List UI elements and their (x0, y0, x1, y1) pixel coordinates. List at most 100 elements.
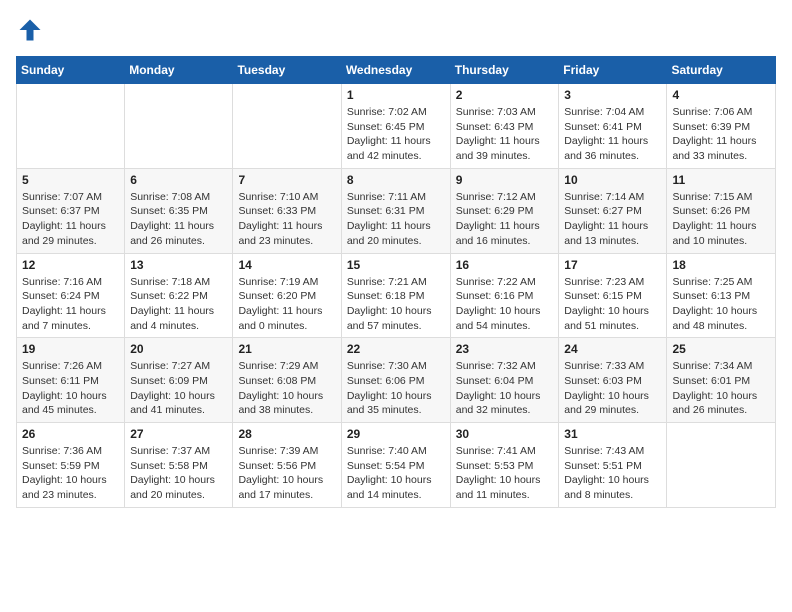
calendar-cell: 2 Sunrise: 7:03 AMSunset: 6:43 PMDaylight… (450, 84, 559, 169)
day-number: 25 (672, 342, 770, 356)
calendar-week-row: 12 Sunrise: 7:16 AMSunset: 6:24 PMDayligh… (17, 253, 776, 338)
day-number: 29 (347, 427, 445, 441)
calendar-cell: 29Sunrise: 7:40 AMSunset: 5:54 PMDayligh… (341, 423, 450, 508)
day-info: Sunrise: 7:08 AMSunset: 6:35 PMDaylight:… (130, 190, 227, 249)
day-number: 3 (564, 88, 661, 102)
day-info: Sunrise: 7:32 AMSunset: 6:04 PMDaylight:… (456, 359, 554, 418)
calendar-cell: 12 Sunrise: 7:16 AMSunset: 6:24 PMDayligh… (17, 253, 125, 338)
day-info: Sunrise: 7:18 AMSunset: 6:22 PMDaylight:… (130, 275, 227, 334)
calendar-cell: 13Sunrise: 7:18 AMSunset: 6:22 PMDayligh… (125, 253, 233, 338)
day-number: 23 (456, 342, 554, 356)
calendar-cell: 26 Sunrise: 7:36 AMSunset: 5:59 PMDayligh… (17, 423, 125, 508)
day-number: 28 (238, 427, 335, 441)
day-number: 5 (22, 173, 119, 187)
day-number: 11 (672, 173, 770, 187)
logo (16, 16, 48, 44)
weekday-header: Thursday (450, 57, 559, 84)
weekday-header: Friday (559, 57, 667, 84)
day-number: 17 (564, 258, 661, 272)
day-number: 10 (564, 173, 661, 187)
day-info: Sunrise: 7:29 AMSunset: 6:08 PMDaylight:… (238, 359, 335, 418)
calendar-cell: 15 Sunrise: 7:21 AMSunset: 6:18 PMDayligh… (341, 253, 450, 338)
day-info: Sunrise: 7:02 AMSunset: 6:45 PMDaylight:… (347, 105, 445, 164)
day-number: 9 (456, 173, 554, 187)
calendar-week-row: 1 Sunrise: 7:02 AMSunset: 6:45 PMDaylight… (17, 84, 776, 169)
day-number: 22 (347, 342, 445, 356)
calendar-cell: 1 Sunrise: 7:02 AMSunset: 6:45 PMDaylight… (341, 84, 450, 169)
day-number: 21 (238, 342, 335, 356)
day-info: Sunrise: 7:11 AMSunset: 6:31 PMDaylight:… (347, 190, 445, 249)
day-info: Sunrise: 7:36 AMSunset: 5:59 PMDaylight:… (22, 444, 119, 503)
calendar-cell: 5 Sunrise: 7:07 AMSunset: 6:37 PMDaylight… (17, 168, 125, 253)
calendar-cell: 22 Sunrise: 7:30 AMSunset: 6:06 PMDayligh… (341, 338, 450, 423)
day-number: 30 (456, 427, 554, 441)
weekday-header: Monday (125, 57, 233, 84)
weekday-header: Saturday (667, 57, 776, 84)
day-info: Sunrise: 7:10 AMSunset: 6:33 PMDaylight:… (238, 190, 335, 249)
calendar-cell: 6 Sunrise: 7:08 AMSunset: 6:35 PMDaylight… (125, 168, 233, 253)
weekday-header: Tuesday (233, 57, 341, 84)
day-number: 7 (238, 173, 335, 187)
calendar-cell: 11 Sunrise: 7:15 AMSunset: 6:26 PMDayligh… (667, 168, 776, 253)
day-info: Sunrise: 7:23 AMSunset: 6:15 PMDaylight:… (564, 275, 661, 334)
day-number: 6 (130, 173, 227, 187)
calendar-cell: 19Sunrise: 7:26 AMSunset: 6:11 PMDayligh… (17, 338, 125, 423)
calendar-cell: 20Sunrise: 7:27 AMSunset: 6:09 PMDayligh… (125, 338, 233, 423)
day-number: 12 (22, 258, 119, 272)
day-number: 26 (22, 427, 119, 441)
day-info: Sunrise: 7:43 AMSunset: 5:51 PMDaylight:… (564, 444, 661, 503)
calendar-cell: 17 Sunrise: 7:23 AMSunset: 6:15 PMDayligh… (559, 253, 667, 338)
day-info: Sunrise: 7:14 AMSunset: 6:27 PMDaylight:… (564, 190, 661, 249)
day-info: Sunrise: 7:03 AMSunset: 6:43 PMDaylight:… (456, 105, 554, 164)
day-number: 14 (238, 258, 335, 272)
weekday-header-row: SundayMondayTuesdayWednesdayThursdayFrid… (17, 57, 776, 84)
day-number: 19 (22, 342, 119, 356)
day-number: 8 (347, 173, 445, 187)
calendar-cell: 8 Sunrise: 7:11 AMSunset: 6:31 PMDaylight… (341, 168, 450, 253)
day-number: 31 (564, 427, 661, 441)
calendar-cell (667, 423, 776, 508)
calendar-cell: 18Sunrise: 7:25 AMSunset: 6:13 PMDayligh… (667, 253, 776, 338)
calendar-cell: 14 Sunrise: 7:19 AMSunset: 6:20 PMDayligh… (233, 253, 341, 338)
calendar-cell: 10 Sunrise: 7:14 AMSunset: 6:27 PMDayligh… (559, 168, 667, 253)
day-number: 18 (672, 258, 770, 272)
calendar-cell: 28 Sunrise: 7:39 AMSunset: 5:56 PMDayligh… (233, 423, 341, 508)
calendar-week-row: 26 Sunrise: 7:36 AMSunset: 5:59 PMDayligh… (17, 423, 776, 508)
day-number: 1 (347, 88, 445, 102)
day-number: 24 (564, 342, 661, 356)
day-info: Sunrise: 7:41 AMSunset: 5:53 PMDaylight:… (456, 444, 554, 503)
day-info: Sunrise: 7:30 AMSunset: 6:06 PMDaylight:… (347, 359, 445, 418)
calendar-week-row: 19Sunrise: 7:26 AMSunset: 6:11 PMDayligh… (17, 338, 776, 423)
day-info: Sunrise: 7:22 AMSunset: 6:16 PMDaylight:… (456, 275, 554, 334)
weekday-header: Sunday (17, 57, 125, 84)
calendar-cell: 27Sunrise: 7:37 AMSunset: 5:58 PMDayligh… (125, 423, 233, 508)
day-number: 27 (130, 427, 227, 441)
calendar-cell: 21 Sunrise: 7:29 AMSunset: 6:08 PMDayligh… (233, 338, 341, 423)
day-number: 4 (672, 88, 770, 102)
calendar-cell: 9Sunrise: 7:12 AMSunset: 6:29 PMDaylight… (450, 168, 559, 253)
day-info: Sunrise: 7:33 AMSunset: 6:03 PMDaylight:… (564, 359, 661, 418)
logo-icon (16, 16, 44, 44)
day-info: Sunrise: 7:39 AMSunset: 5:56 PMDaylight:… (238, 444, 335, 503)
calendar-cell: 30 Sunrise: 7:41 AMSunset: 5:53 PMDayligh… (450, 423, 559, 508)
calendar-cell (125, 84, 233, 169)
day-info: Sunrise: 7:27 AMSunset: 6:09 PMDaylight:… (130, 359, 227, 418)
day-number: 2 (456, 88, 554, 102)
day-info: Sunrise: 7:19 AMSunset: 6:20 PMDaylight:… (238, 275, 335, 334)
calendar-cell: 25 Sunrise: 7:34 AMSunset: 6:01 PMDayligh… (667, 338, 776, 423)
calendar-cell (17, 84, 125, 169)
calendar-week-row: 5 Sunrise: 7:07 AMSunset: 6:37 PMDaylight… (17, 168, 776, 253)
calendar-cell (233, 84, 341, 169)
weekday-header: Wednesday (341, 57, 450, 84)
day-info: Sunrise: 7:06 AMSunset: 6:39 PMDaylight:… (672, 105, 770, 164)
day-info: Sunrise: 7:15 AMSunset: 6:26 PMDaylight:… (672, 190, 770, 249)
day-info: Sunrise: 7:16 AMSunset: 6:24 PMDaylight:… (22, 275, 119, 334)
page-header (16, 16, 776, 44)
calendar-cell: 16Sunrise: 7:22 AMSunset: 6:16 PMDayligh… (450, 253, 559, 338)
day-info: Sunrise: 7:34 AMSunset: 6:01 PMDaylight:… (672, 359, 770, 418)
calendar-cell: 7 Sunrise: 7:10 AMSunset: 6:33 PMDaylight… (233, 168, 341, 253)
day-number: 15 (347, 258, 445, 272)
day-info: Sunrise: 7:21 AMSunset: 6:18 PMDaylight:… (347, 275, 445, 334)
calendar-cell: 23 Sunrise: 7:32 AMSunset: 6:04 PMDayligh… (450, 338, 559, 423)
day-info: Sunrise: 7:07 AMSunset: 6:37 PMDaylight:… (22, 190, 119, 249)
